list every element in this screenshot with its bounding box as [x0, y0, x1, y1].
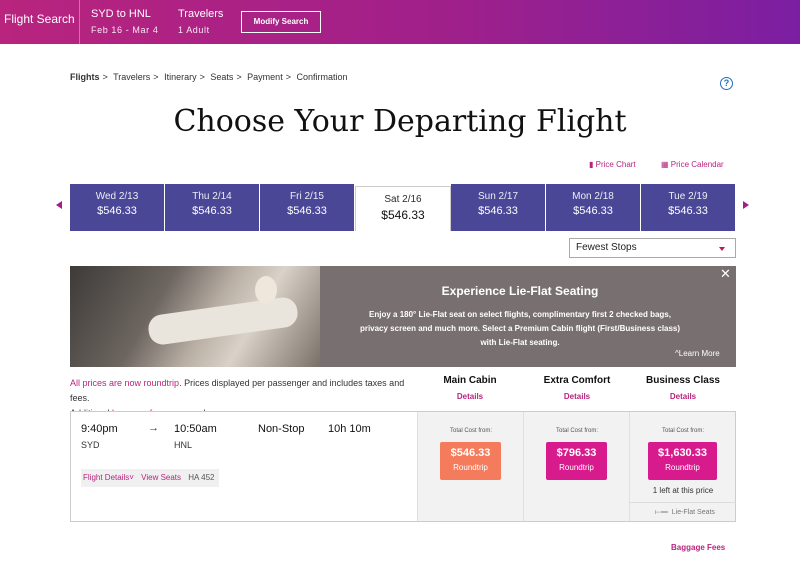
help-icon[interactable]: ? [720, 77, 733, 90]
travelers-value: 1 Adult [178, 25, 210, 35]
flight-details-link[interactable]: Flight Details˅ [83, 473, 134, 482]
date-tab[interactable]: Wed 2/13 $546.33 [70, 184, 165, 231]
details-link[interactable]: Details [524, 392, 630, 401]
bar-chart-icon: ▮ [589, 160, 594, 169]
prev-dates-icon[interactable] [56, 201, 62, 209]
baggage-fees-link[interactable]: Baggage Fees [671, 543, 725, 552]
chevron-down-icon: ˅ [129, 473, 134, 482]
stops: Non-Stop [258, 423, 305, 435]
lie-flat-seat-photo [70, 266, 320, 367]
date-tab[interactable]: Thu 2/14 $546.33 [165, 184, 260, 231]
depart-time: 9:40pm [81, 423, 118, 435]
price-calendar-link[interactable]: ▦ Price Calendar [661, 160, 724, 169]
calendar-icon: ▦ [661, 160, 669, 169]
fare-button[interactable]: $1,630.33 Roundtrip [648, 442, 717, 480]
breadcrumb-seats: Seats [210, 72, 234, 82]
fare-button[interactable]: $546.33 Roundtrip [440, 442, 501, 480]
cabin-header-extra-comfort: Extra Comfort Details [524, 375, 630, 401]
top-bar: Flight Search SYD to HNL Feb 16 - Mar 4 … [0, 0, 800, 44]
arrive-code: HNL [174, 440, 193, 450]
duration: 10h 10m [328, 423, 371, 435]
breadcrumb-flights: Flights [70, 72, 100, 82]
learn-more-link[interactable]: ^Learn More [675, 349, 720, 358]
travelers-label: Travelers [178, 8, 224, 20]
fare-business-class: Total Cost from: $1,630.33 Roundtrip 1 l… [629, 412, 736, 521]
date-tab[interactable]: Fri 2/15 $546.33 [260, 184, 355, 231]
details-link[interactable]: Details [417, 392, 523, 401]
breadcrumb-payment: Payment [247, 72, 283, 82]
close-icon[interactable]: ✕ [720, 266, 731, 282]
divider [79, 0, 80, 44]
breadcrumb-confirmation: Confirmation [296, 72, 348, 82]
date-tab[interactable]: Tue 2/19 $546.33 [641, 184, 736, 231]
flight-search-title[interactable]: Flight Search [4, 12, 75, 26]
page-title: Choose Your Departing Flight [173, 104, 627, 139]
sort-select[interactable]: Fewest Stops [569, 238, 736, 258]
lie-flat-banner: Experience Lie-Flat Seating Enjoy a 180°… [70, 266, 736, 367]
date-tab[interactable]: Sun 2/17 $546.33 [451, 184, 546, 231]
cabin-header-main: Main Cabin Details [417, 375, 523, 401]
breadcrumb: Flights > Travelers > Itinerary > Seats > Pa… [70, 72, 348, 82]
date-tab-selected[interactable]: Sat 2/16 $546.33 [355, 186, 451, 231]
date-selector: Wed 2/13 $546.33 Thu 2/14 $546.33 Fri 2/15… [70, 184, 736, 231]
banner-title: Experience Lie-Flat Seating [441, 284, 599, 298]
route-text: SYD to HNL [91, 8, 151, 20]
breadcrumb-itinerary: Itinerary [164, 72, 197, 82]
roundtrip-link[interactable]: All prices are now roundtrip [70, 378, 179, 388]
bed-icon: ⟝━ [655, 509, 668, 516]
fare-extra-comfort: Total Cost from: $796.33 Roundtrip [523, 412, 629, 521]
modify-search-button[interactable]: Modify Search [241, 11, 321, 33]
view-seats-link[interactable]: View Seats [141, 473, 181, 482]
details-link[interactable]: Details [630, 392, 736, 401]
lie-flat-feature: ⟝━ Lie-Flat Seats [655, 509, 715, 516]
flight-links: Flight Details˅ View Seats HA 452 [81, 469, 219, 487]
chevron-down-icon [719, 247, 725, 251]
next-dates-icon[interactable] [743, 201, 749, 209]
depart-code: SYD [81, 440, 100, 450]
flight-card: 9:40pm SYD → 10:50am HNL Non-Stop 10h 10… [70, 411, 736, 522]
banner-text: Enjoy a 180° Lie-Flat seat on select fli… [359, 310, 681, 347]
date-tab[interactable]: Mon 2/18 $546.33 [546, 184, 641, 231]
arrive-time: 10:50am [174, 423, 217, 435]
seats-left-note: 1 left at this price [652, 486, 714, 495]
arrow-right-icon: → [148, 422, 159, 434]
breadcrumb-travelers: Travelers [113, 72, 151, 82]
fare-main-cabin: Total Cost from: $546.33 Roundtrip [417, 412, 523, 521]
trip-dates: Feb 16 - Mar 4 [91, 25, 159, 35]
flight-number: HA 452 [188, 473, 215, 482]
fare-button[interactable]: $796.33 Roundtrip [546, 442, 607, 480]
price-chart-link[interactable]: ▮ Price Chart [589, 160, 636, 169]
cabin-header-business: Business Class Details [630, 375, 736, 401]
